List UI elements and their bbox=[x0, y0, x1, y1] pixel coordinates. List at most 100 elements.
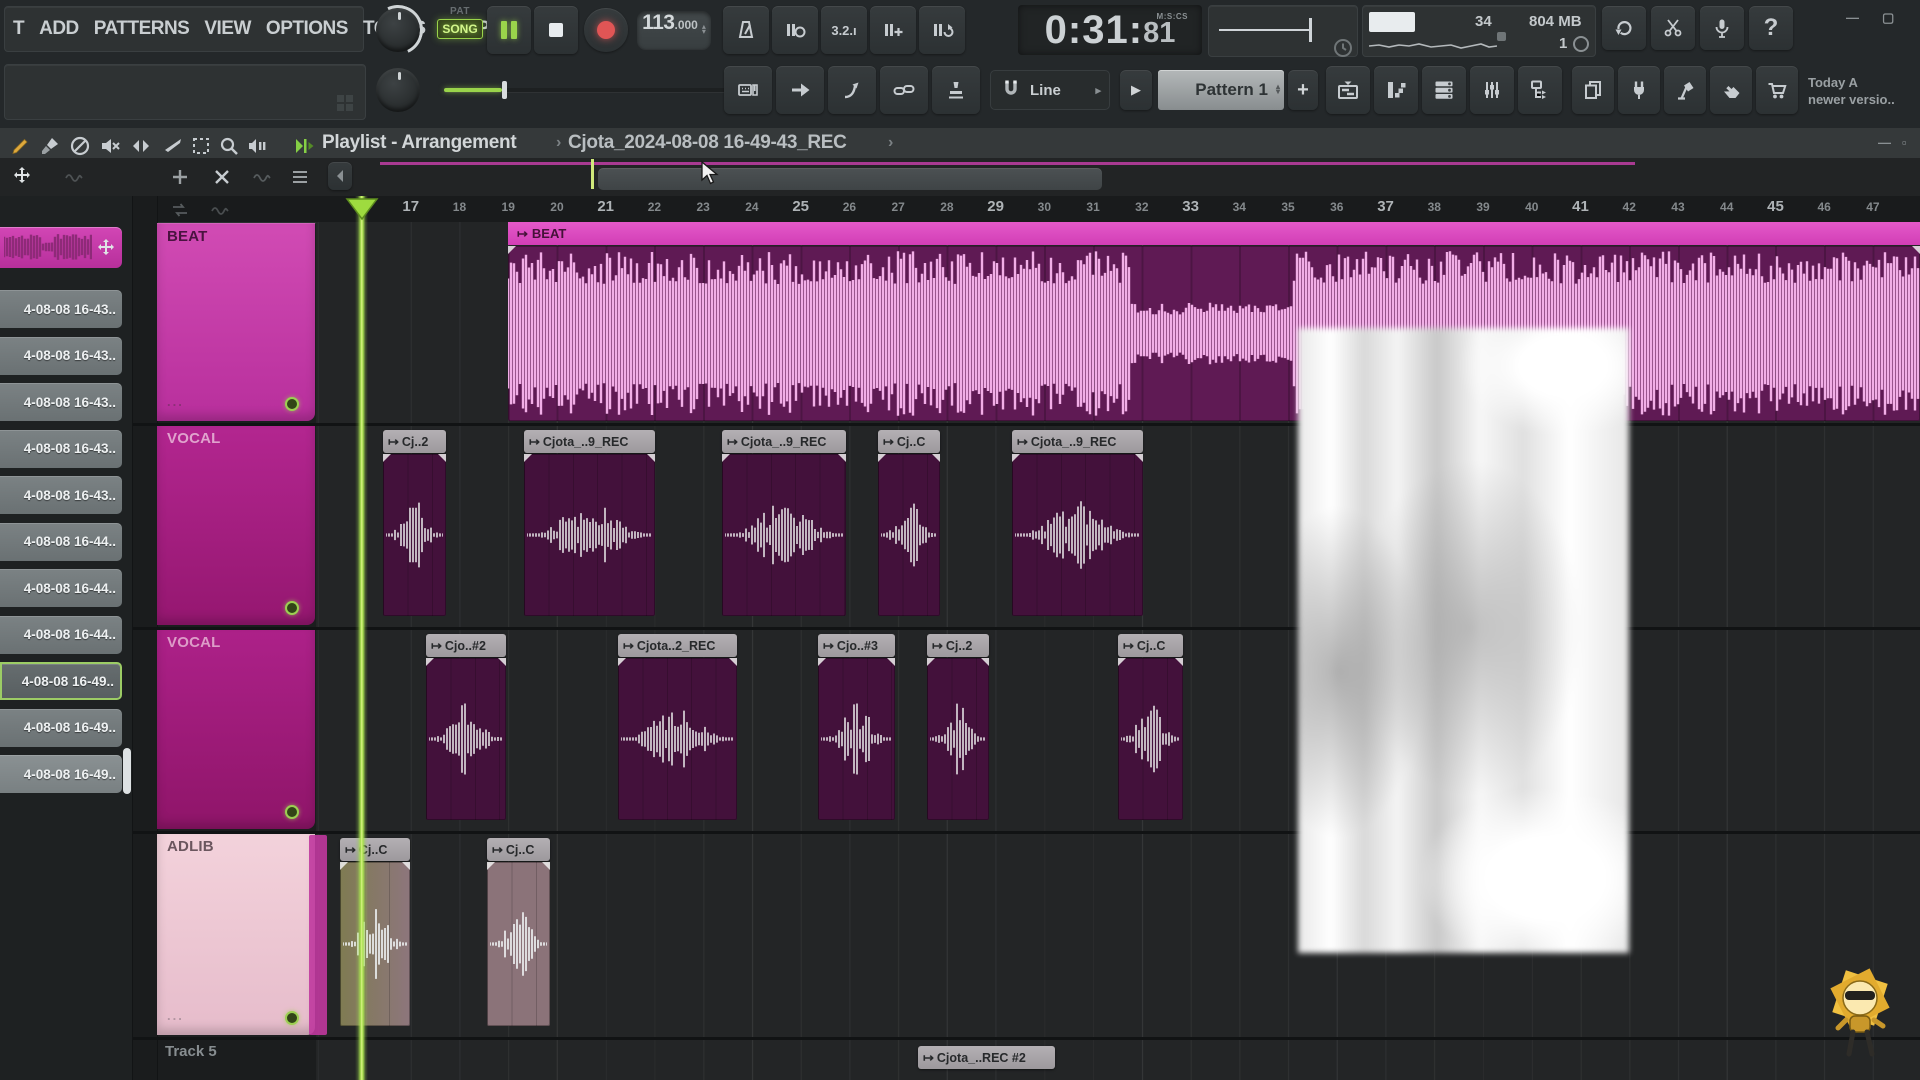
track-header-beat[interactable]: BEAT... bbox=[157, 223, 315, 421]
sidebar-item[interactable]: 4-08-08 16-44.. bbox=[0, 616, 122, 654]
zoom-tool-icon[interactable] bbox=[217, 134, 241, 158]
playhead-marker[interactable] bbox=[345, 197, 379, 221]
clip-cj-c[interactable]: ↦Cj..C bbox=[487, 838, 550, 1026]
mixer-panel-button[interactable] bbox=[1470, 66, 1514, 114]
menu-item-add[interactable]: ADD bbox=[39, 18, 79, 40]
help-button[interactable]: ? bbox=[1749, 6, 1793, 50]
clip-cj-c[interactable]: ↦Cj..C bbox=[340, 838, 410, 1026]
main-volume-knob[interactable] bbox=[376, 8, 420, 52]
paint-tool-icon[interactable] bbox=[38, 134, 62, 158]
stamp-button[interactable] bbox=[932, 66, 980, 114]
wait-for-input-button[interactable] bbox=[772, 6, 818, 54]
ruler-bar-45[interactable]: 45 bbox=[1767, 198, 1784, 215]
clip-cjo-#2[interactable]: ↦Cjo..#2 bbox=[426, 634, 506, 820]
clip-cj-c[interactable]: ↦Cj..C bbox=[1118, 634, 1183, 820]
sidebar-item[interactable]: 4-08-08 16-43.. bbox=[0, 476, 122, 514]
ruler-bar-21[interactable]: 21 bbox=[597, 198, 614, 215]
ruler-bar-24[interactable]: 24 bbox=[745, 200, 758, 214]
cut-tool-button[interactable] bbox=[1651, 6, 1695, 50]
draw-tool-icon[interactable] bbox=[8, 134, 32, 158]
song-position-track[interactable] bbox=[1219, 29, 1311, 31]
mute-tool-icon[interactable] bbox=[98, 134, 122, 158]
ruler-bar-35[interactable]: 35 bbox=[1281, 200, 1294, 214]
sidebar-item[interactable]: 4-08-08 16-49.. bbox=[0, 755, 122, 793]
pat-song-toggle[interactable]: PAT SONG bbox=[437, 6, 483, 54]
ruler-bar-19[interactable]: 19 bbox=[502, 200, 515, 214]
ruler-bar-46[interactable]: 46 bbox=[1818, 200, 1831, 214]
channel-rack-panel-button[interactable] bbox=[1422, 66, 1466, 114]
sidebar-item[interactable]: 4-08-08 16-43.. bbox=[0, 337, 122, 375]
playlist-menu-icon[interactable] bbox=[292, 134, 316, 158]
track-active-dot[interactable] bbox=[285, 601, 299, 615]
menu-item-view[interactable]: VIEW bbox=[204, 18, 251, 40]
clip-cjota-9-rec[interactable]: ↦Cjota_..9_REC bbox=[1012, 430, 1143, 616]
menu-item-options[interactable]: OPTIONS bbox=[266, 18, 348, 40]
menu-item-cut[interactable]: T bbox=[13, 18, 24, 40]
clip-sliver[interactable] bbox=[309, 835, 327, 1035]
master-pitch-slider[interactable] bbox=[444, 88, 740, 92]
track-dots[interactable]: ... bbox=[167, 394, 184, 409]
record-button[interactable] bbox=[584, 8, 628, 52]
clip-cj-c[interactable]: ↦Cj..C bbox=[878, 430, 940, 616]
playlist-minimize-button[interactable]: — bbox=[1878, 135, 1891, 150]
ruler-bar-29[interactable]: 29 bbox=[987, 198, 1004, 215]
ruler-bar-40[interactable]: 40 bbox=[1525, 200, 1538, 214]
select-tool-icon[interactable] bbox=[189, 134, 213, 158]
ruler-bar-39[interactable]: 39 bbox=[1476, 200, 1489, 214]
clip-cjota-9-rec[interactable]: ↦Cjota_..9_REC bbox=[524, 430, 655, 616]
clip-cjo-#3[interactable]: ↦Cjo..#3 bbox=[818, 634, 895, 820]
song-overview-line[interactable] bbox=[380, 162, 1635, 165]
slide-icon[interactable] bbox=[62, 166, 86, 190]
clip-cjota-2-rec[interactable]: ↦Cjota..2_REC bbox=[618, 634, 737, 820]
countdown-button[interactable]: 3.2.ı bbox=[821, 6, 867, 54]
sidebar-item[interactable]: 4-08-08 16-44.. bbox=[0, 523, 122, 561]
pat-label[interactable]: PAT bbox=[437, 6, 483, 17]
ruler-bar-44[interactable]: 44 bbox=[1720, 200, 1733, 214]
sidebar-item[interactable]: 4-08-08 16-43.. bbox=[0, 430, 122, 468]
sidebar-item[interactable]: 4-08-08 16-43.. bbox=[0, 383, 122, 421]
metronome-button[interactable] bbox=[723, 6, 769, 54]
track-header-adlib[interactable]: ADLIB... bbox=[157, 833, 315, 1035]
pause-button[interactable] bbox=[487, 6, 531, 54]
playlist-detach-button[interactable]: ▫ bbox=[1902, 135, 1907, 150]
snap-selector[interactable]: Line ▸ bbox=[990, 70, 1110, 110]
slice-tool-icon[interactable] bbox=[161, 134, 185, 158]
ruler-bar-26[interactable]: 26 bbox=[843, 200, 856, 214]
update-notice[interactable]: Today A newer versio.. bbox=[1808, 74, 1918, 108]
link-button[interactable] bbox=[880, 66, 928, 114]
pattern-play-button[interactable]: ▶ bbox=[1120, 70, 1152, 110]
overdub-button[interactable] bbox=[870, 6, 916, 54]
ruler-bar-25[interactable]: 25 bbox=[792, 198, 809, 215]
ruler-bar-17[interactable]: 17 bbox=[402, 198, 419, 215]
shop-button[interactable] bbox=[1756, 66, 1798, 114]
automation-icon[interactable] bbox=[250, 166, 274, 190]
close-icon[interactable] bbox=[210, 165, 234, 189]
song-position-marker[interactable] bbox=[1309, 18, 1312, 42]
window-maximize-button[interactable]: ▢ bbox=[1882, 10, 1894, 26]
clipboard-button[interactable] bbox=[1572, 66, 1614, 114]
clip-cjota-9-rec[interactable]: ↦Cjota_..9_REC bbox=[722, 430, 846, 616]
piano-roll-panel-button[interactable] bbox=[1374, 66, 1418, 114]
ruler-bar-42[interactable]: 42 bbox=[1623, 200, 1636, 214]
sidebar-clip-preview[interactable] bbox=[0, 227, 122, 268]
ruler-bar-43[interactable]: 43 bbox=[1671, 200, 1684, 214]
window-minimize-button[interactable]: — bbox=[1846, 10, 1859, 25]
sidebar-item[interactable]: 4-08-08 16-49.. bbox=[0, 709, 122, 747]
track5-name[interactable]: Track 5 bbox=[165, 1043, 217, 1060]
clip-cj-2[interactable]: ↦Cj..2 bbox=[383, 430, 446, 616]
track-header-vocal[interactable]: VOCAL bbox=[157, 629, 315, 829]
slider-thumb[interactable] bbox=[502, 81, 507, 99]
ruler-bar-28[interactable]: 28 bbox=[940, 200, 953, 214]
touch-button[interactable] bbox=[1710, 66, 1752, 114]
sync-button[interactable] bbox=[1602, 6, 1646, 50]
time-mode-icon[interactable] bbox=[1331, 36, 1355, 60]
sidebar-item[interactable]: 4-08-08 16-44.. bbox=[0, 569, 122, 607]
sidebar-scrollbar-thumb[interactable] bbox=[123, 748, 131, 794]
time-display[interactable]: 0:31: 81 M:S:CS bbox=[1018, 5, 1202, 55]
tempo-display[interactable]: 113.000 ▴▾ bbox=[637, 11, 711, 49]
pattern-selector[interactable]: Pattern 1 ▴▾ bbox=[1158, 70, 1284, 110]
track-header-vocal[interactable]: VOCAL bbox=[157, 425, 315, 625]
typing-keyboard-button[interactable] bbox=[724, 66, 772, 114]
delete-tool-icon[interactable] bbox=[68, 134, 92, 158]
ruler-bar-32[interactable]: 32 bbox=[1135, 200, 1148, 214]
